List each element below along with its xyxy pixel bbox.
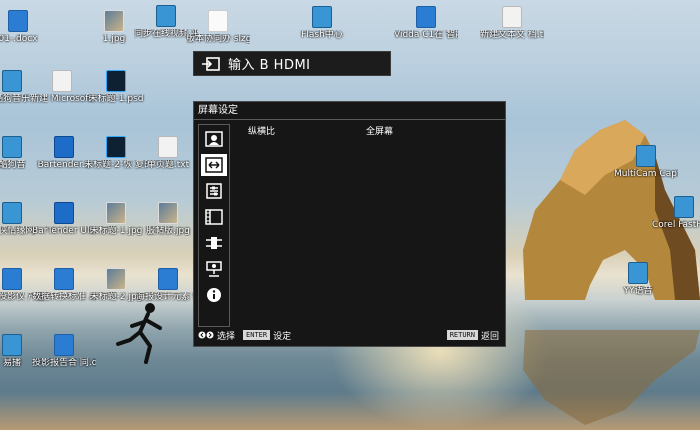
desktop-icon[interactable]: Flash中心: [290, 6, 354, 40]
select-label: 选择: [217, 331, 236, 342]
desktop-icon[interactable]: MultiCam Capture 2...: [614, 145, 678, 179]
yy-icon: [628, 262, 648, 284]
app-icon: [2, 334, 22, 356]
word-doc-icon: [158, 268, 178, 290]
bartender-icon: [54, 136, 74, 158]
screen-settings-icon: [205, 157, 223, 173]
tab-connection[interactable]: [201, 232, 227, 254]
aspect-ratio-row[interactable]: 纵横比 全屏幕: [238, 124, 502, 140]
input-source-label: 输入 B HDMI: [228, 58, 311, 73]
music-app-icon: [2, 136, 22, 158]
word-doc-icon: [2, 268, 22, 290]
word-doc-icon: [54, 334, 74, 356]
desktop-icon[interactable]: 版本协同办 slzgrtx: [186, 10, 250, 44]
image-icon: [106, 268, 126, 290]
menu-title: 屏幕设定: [194, 102, 505, 120]
input-source-icon: [202, 56, 220, 71]
installation-icon: [206, 261, 222, 277]
app-icon: [208, 10, 228, 32]
word-doc-icon: [416, 6, 436, 28]
desktop-icon[interactable]: 未标题-1.psd: [84, 70, 148, 104]
tab-setup[interactable]: [201, 180, 227, 202]
image-icon: [106, 202, 126, 224]
tab-screen[interactable]: [201, 154, 227, 176]
photoshop-icon: [106, 136, 126, 158]
flash-icon: [312, 6, 332, 28]
return-key-badge: RETURN: [446, 330, 478, 340]
desktop-icon[interactable]: Vidda C1在 智能投影...: [394, 6, 458, 40]
desktop-icon[interactable]: 01-.docx: [0, 10, 50, 44]
screen-settings-menu: 屏幕设定 纵横比 全屏幕 选择 ENTER 设定 RETURN 返回: [193, 101, 506, 347]
function-icon: [205, 209, 223, 225]
setting-value: 全屏幕: [366, 127, 394, 137]
rock-reflection-image: [523, 330, 700, 425]
game-icon: [2, 202, 22, 224]
menu-content: 纵横比 全屏幕: [238, 124, 502, 327]
bartender-icon: [54, 202, 74, 224]
desktop-icon[interactable]: 服帖版.jpg: [136, 202, 200, 236]
tab-installation[interactable]: [201, 258, 227, 280]
app-icon: [636, 145, 656, 167]
image-icon: [104, 10, 124, 32]
app-icon: [674, 196, 694, 218]
setting-name: 纵横比: [248, 127, 276, 137]
photoshop-icon: [106, 70, 126, 92]
navigation-arrows-icon: [198, 331, 214, 339]
desktop-icon[interactable]: Corel FastFlick: [652, 196, 700, 230]
information-icon: [207, 288, 221, 302]
setup-icon: [206, 183, 222, 199]
enter-label: 设定: [273, 331, 292, 342]
input-source-banner: 输入 B HDMI: [193, 51, 391, 76]
enter-hint: ENTER 设定: [243, 329, 291, 342]
text-file-icon: [158, 136, 178, 158]
runner-silhouette-image: [116, 303, 162, 364]
menu-tab-sidebar: [198, 124, 230, 327]
word-doc-icon: [54, 268, 74, 290]
text-file-icon: [502, 6, 522, 28]
connection-icon: [206, 237, 222, 249]
select-hint: 选择: [198, 329, 235, 342]
return-label: 返回: [480, 331, 499, 342]
tab-function[interactable]: [201, 206, 227, 228]
image-icon: [158, 202, 178, 224]
menu-footer: 选择 ENTER 设定 RETURN 返回: [198, 327, 501, 343]
app-icon: [156, 5, 176, 27]
desktop-icon[interactable]: YY语音: [606, 262, 670, 296]
desktop-icon[interactable]: 新建文本文 档.txt: [480, 6, 544, 40]
text-file-icon: [52, 70, 72, 92]
desktop-icon[interactable]: 单页题.txt: [136, 136, 200, 170]
enter-key-badge: ENTER: [243, 330, 271, 340]
music-app-icon: [2, 70, 22, 92]
desktop-icon[interactable]: 投影报告合 同.docx: [32, 334, 96, 368]
return-hint: RETURN 返回: [446, 329, 499, 342]
desktop-icon[interactable]: 海报设计元素 修改.docx: [136, 268, 200, 302]
picture-settings-icon: [205, 131, 223, 147]
word-doc-icon: [8, 10, 28, 32]
tab-information[interactable]: [201, 284, 227, 306]
tab-picture[interactable]: [201, 128, 227, 150]
